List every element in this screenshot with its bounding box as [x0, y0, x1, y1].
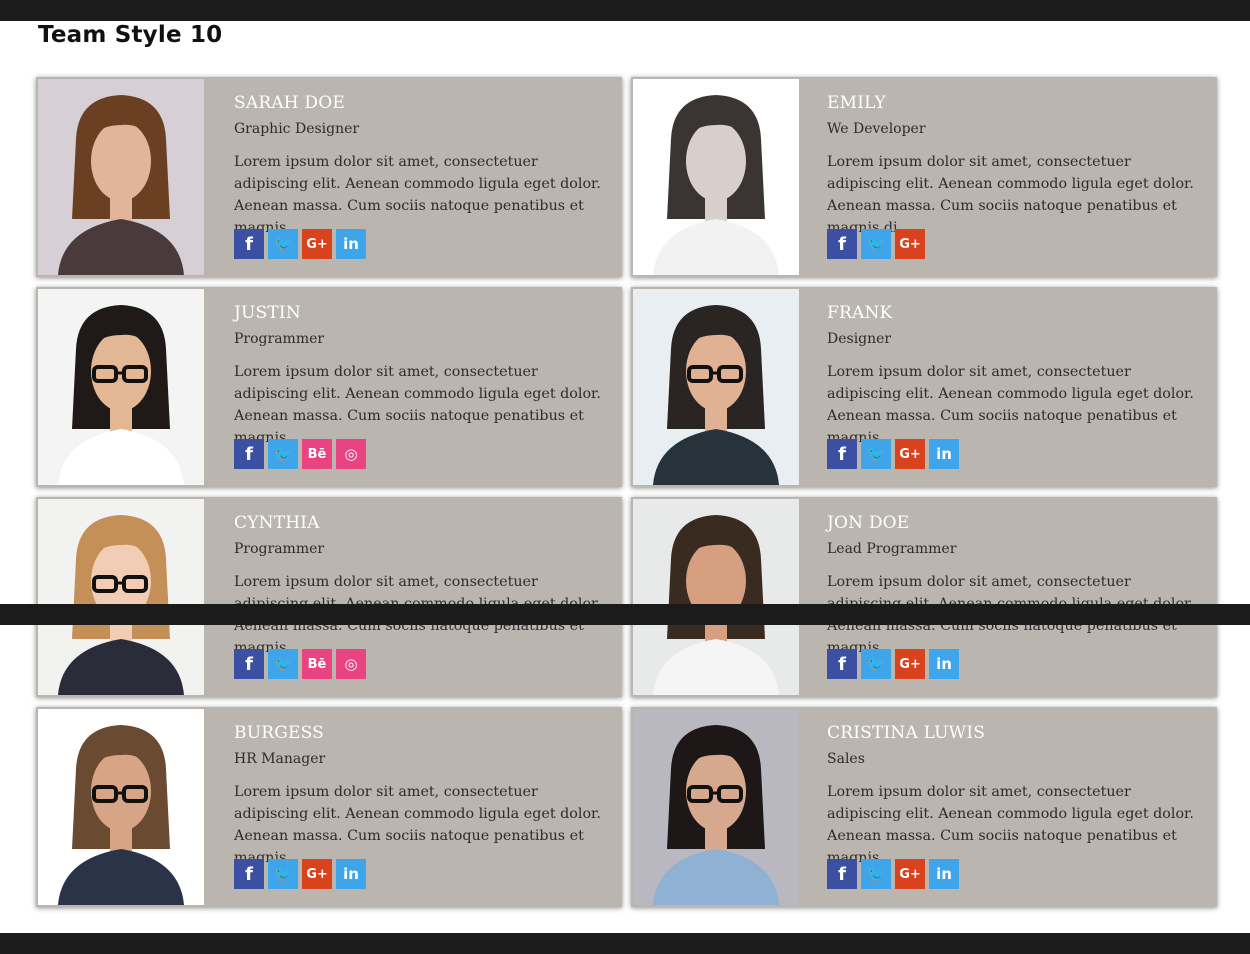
linkedin-icon[interactable]: in — [336, 229, 366, 259]
team-card: FRANK Designer Lorem ipsum dolor sit ame… — [631, 287, 1217, 487]
member-info: EMILY We Developer Lorem ipsum dolor sit… — [827, 91, 1197, 239]
twitter-icon[interactable]: 🐦 — [861, 439, 891, 469]
member-name: CYNTHIA — [234, 513, 320, 533]
linkedin-icon[interactable]: in — [929, 439, 959, 469]
member-role: Programmer — [234, 541, 325, 557]
member-name: JUSTIN — [234, 303, 301, 323]
team-card: JUSTIN Programmer Lorem ipsum dolor sit … — [36, 287, 622, 487]
member-photo — [38, 709, 204, 905]
member-bio: Lorem ipsum dolor sit amet, consectetuer… — [827, 784, 1194, 866]
facebook-icon[interactable]: f — [827, 859, 857, 889]
member-photo — [38, 289, 204, 485]
team-card: JON DOE Lead Programmer Lorem ipsum dolo… — [631, 497, 1217, 697]
member-name: FRANK — [827, 303, 893, 323]
bottom-bar — [0, 933, 1250, 954]
social-links: f 🐦 G+ in — [234, 859, 366, 889]
member-name: SARAH DOE — [234, 93, 346, 113]
member-info: FRANK Designer Lorem ipsum dolor sit ame… — [827, 301, 1197, 449]
member-info: CYNTHIA Programmer Lorem ipsum dolor sit… — [234, 511, 604, 659]
social-links: f 🐦 G+ in — [827, 859, 959, 889]
google-plus-icon[interactable]: G+ — [895, 649, 925, 679]
twitter-icon[interactable]: 🐦 — [861, 649, 891, 679]
member-role: We Developer — [827, 121, 926, 137]
member-name: CRISTINA LUWIS — [827, 723, 986, 743]
facebook-icon[interactable]: f — [827, 229, 857, 259]
member-role: HR Manager — [234, 751, 326, 767]
member-info: BURGESS HR Manager Lorem ipsum dolor sit… — [234, 721, 604, 869]
member-role: Sales — [827, 751, 865, 767]
social-links: f 🐦 G+ — [827, 229, 925, 259]
behance-icon[interactable]: Bē — [302, 439, 332, 469]
twitter-icon[interactable]: 🐦 — [268, 859, 298, 889]
member-bio: Lorem ipsum dolor sit amet, consectetuer… — [234, 364, 601, 446]
social-links: f 🐦 Bē ◎ — [234, 649, 366, 679]
google-plus-icon[interactable]: G+ — [895, 439, 925, 469]
member-photo — [633, 499, 799, 695]
member-photo — [38, 79, 204, 275]
facebook-icon[interactable]: f — [234, 229, 264, 259]
google-plus-icon[interactable]: G+ — [895, 229, 925, 259]
linkedin-icon[interactable]: in — [336, 859, 366, 889]
twitter-icon[interactable]: 🐦 — [268, 649, 298, 679]
member-info: JON DOE Lead Programmer Lorem ipsum dolo… — [827, 511, 1197, 659]
google-plus-icon[interactable]: G+ — [895, 859, 925, 889]
twitter-icon[interactable]: 🐦 — [861, 859, 891, 889]
member-photo — [633, 79, 799, 275]
member-info: SARAH DOE Graphic Designer Lorem ipsum d… — [234, 91, 604, 239]
facebook-icon[interactable]: f — [234, 649, 264, 679]
behance-icon[interactable]: Bē — [302, 649, 332, 679]
member-name: EMILY — [827, 93, 886, 113]
team-card: SARAH DOE Graphic Designer Lorem ipsum d… — [36, 77, 622, 277]
google-plus-icon[interactable]: G+ — [302, 859, 332, 889]
member-name: JON DOE — [827, 513, 910, 533]
member-photo — [633, 709, 799, 905]
linkedin-icon[interactable]: in — [929, 859, 959, 889]
linkedin-icon[interactable]: in — [929, 649, 959, 679]
twitter-icon[interactable]: 🐦 — [268, 439, 298, 469]
team-card: CRISTINA LUWIS Sales Lorem ipsum dolor s… — [631, 707, 1217, 907]
social-links: f 🐦 Bē ◎ — [234, 439, 366, 469]
overlay-bar — [0, 604, 1250, 625]
member-role: Programmer — [234, 331, 325, 347]
member-name: BURGESS — [234, 723, 325, 743]
social-links: f 🐦 G+ in — [234, 229, 366, 259]
team-card: CYNTHIA Programmer Lorem ipsum dolor sit… — [36, 497, 622, 697]
member-bio: Lorem ipsum dolor sit amet, consectetuer… — [234, 784, 601, 866]
social-links: f 🐦 G+ in — [827, 649, 959, 679]
dribbble-icon[interactable]: ◎ — [336, 439, 366, 469]
team-card: EMILY We Developer Lorem ipsum dolor sit… — [631, 77, 1217, 277]
page-title: Team Style 10 — [38, 22, 223, 48]
member-photo — [38, 499, 204, 695]
dribbble-icon[interactable]: ◎ — [336, 649, 366, 679]
member-bio: Lorem ipsum dolor sit amet, consectetuer… — [827, 364, 1194, 446]
twitter-icon[interactable]: 🐦 — [861, 229, 891, 259]
member-photo — [633, 289, 799, 485]
twitter-icon[interactable]: 🐦 — [268, 229, 298, 259]
facebook-icon[interactable]: f — [827, 439, 857, 469]
member-role: Designer — [827, 331, 892, 347]
member-role: Graphic Designer — [234, 121, 360, 137]
facebook-icon[interactable]: f — [234, 439, 264, 469]
member-info: JUSTIN Programmer Lorem ipsum dolor sit … — [234, 301, 604, 449]
social-links: f 🐦 G+ in — [827, 439, 959, 469]
member-bio: Lorem ipsum dolor sit amet, consectetuer… — [827, 154, 1194, 236]
facebook-icon[interactable]: f — [234, 859, 264, 889]
member-bio: Lorem ipsum dolor sit amet, consectetuer… — [234, 154, 601, 236]
google-plus-icon[interactable]: G+ — [302, 229, 332, 259]
member-role: Lead Programmer — [827, 541, 957, 557]
member-info: CRISTINA LUWIS Sales Lorem ipsum dolor s… — [827, 721, 1197, 869]
team-card: BURGESS HR Manager Lorem ipsum dolor sit… — [36, 707, 622, 907]
top-bar — [0, 0, 1250, 21]
facebook-icon[interactable]: f — [827, 649, 857, 679]
